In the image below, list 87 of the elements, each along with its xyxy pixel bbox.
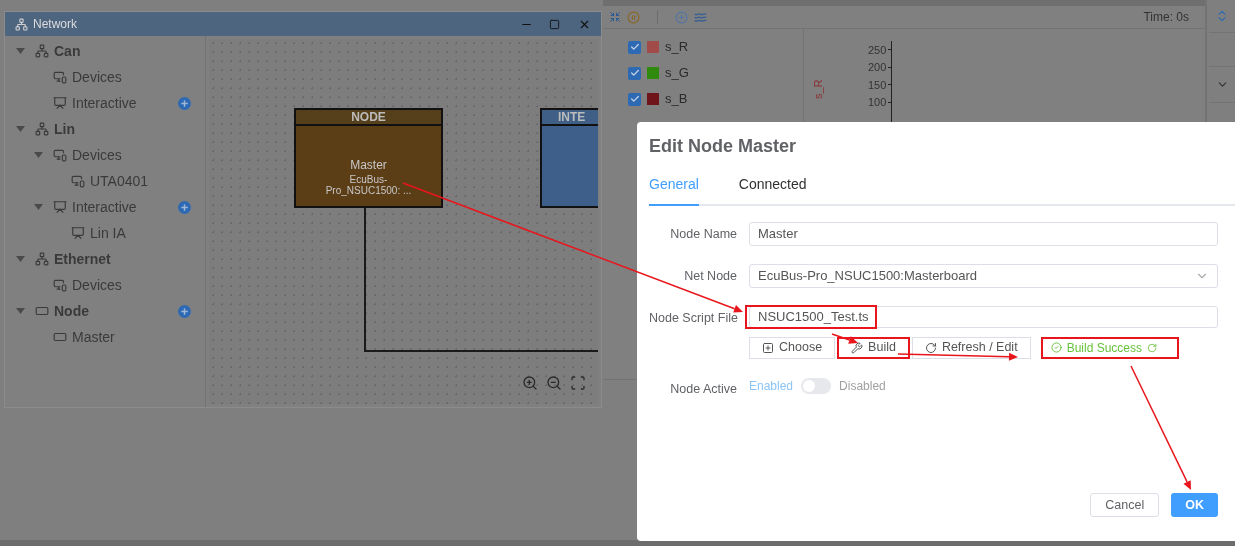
signal-name: s_B xyxy=(665,90,688,109)
network-icon xyxy=(35,44,49,58)
cancel-button[interactable]: Cancel xyxy=(1090,493,1160,517)
field-label: Net Node xyxy=(683,268,737,285)
checkbox[interactable] xyxy=(628,66,641,80)
presentation-icon xyxy=(53,96,67,110)
rectangle-icon xyxy=(35,304,49,318)
tick-label: 150 xyxy=(868,77,887,93)
action-button[interactable]: Choose xyxy=(749,336,836,359)
maximize-icon[interactable] xyxy=(549,18,560,30)
network-icon xyxy=(35,252,49,266)
tree-item[interactable]: Interactive xyxy=(72,92,137,114)
tree-item[interactable]: Interactive xyxy=(72,196,137,218)
tick-label: 200 xyxy=(868,60,887,75)
caret-icon[interactable] xyxy=(15,308,25,314)
presentation-icon xyxy=(71,226,85,240)
tick-label: 100 xyxy=(868,95,887,110)
caret-icon[interactable] xyxy=(15,256,25,262)
build-status: Build Success xyxy=(1066,339,1142,357)
tree-item[interactable]: Devices xyxy=(72,274,122,296)
tab[interactable]: Connected xyxy=(738,174,807,206)
wrench-icon xyxy=(851,341,864,354)
caret-icon[interactable] xyxy=(15,48,25,54)
plus-icon xyxy=(180,98,189,108)
interactive-block[interactable]: INTE xyxy=(540,108,598,208)
fullscreen-icon[interactable] xyxy=(570,375,586,391)
text-field[interactable]: Master xyxy=(749,222,1218,246)
time-label: Time: 0s xyxy=(1143,9,1189,26)
window-title: Network xyxy=(33,16,77,33)
plus-icon xyxy=(180,306,189,316)
field-label: Node Active xyxy=(669,380,737,398)
presentation-icon xyxy=(53,200,67,214)
add-button[interactable] xyxy=(178,200,191,214)
add-button[interactable] xyxy=(178,304,191,318)
signal-name: s_G xyxy=(665,64,689,83)
tree-item[interactable]: Can xyxy=(54,40,81,62)
annotation-arrow xyxy=(831,333,858,344)
tree-item[interactable]: Master xyxy=(72,326,115,348)
ok-button[interactable]: OK xyxy=(1171,493,1218,517)
node-title: Master xyxy=(350,157,387,174)
action-button[interactable]: Build xyxy=(837,336,910,359)
caret-icon[interactable] xyxy=(15,126,25,132)
switch-label: Disabled xyxy=(839,377,886,395)
monitor-icon xyxy=(53,70,67,84)
refresh-icon xyxy=(924,341,937,354)
network-icon xyxy=(15,17,28,31)
signal-name: s_R xyxy=(665,38,689,57)
checkbox[interactable] xyxy=(628,40,641,54)
node-block[interactable]: NODE Master EcuBus-Pro_NSUC1500: ... xyxy=(294,108,443,208)
tree-item[interactable]: Node xyxy=(54,300,89,322)
action-button[interactable]: Refresh / Edit xyxy=(911,336,1031,359)
caret-icon[interactable] xyxy=(33,152,43,158)
tree-item[interactable]: Devices xyxy=(72,144,122,166)
tree-item[interactable]: Devices xyxy=(72,66,122,88)
add-file-icon xyxy=(762,341,774,354)
node-header: INTE xyxy=(542,110,598,126)
monitor-icon xyxy=(71,174,85,188)
caret-icon[interactable] xyxy=(33,204,43,210)
tree-item[interactable]: Lin xyxy=(54,118,75,140)
select-field[interactable]: EcuBus-Pro_NSUC1500:Masterboard xyxy=(749,264,1218,288)
add-button[interactable] xyxy=(178,96,191,110)
rectangle-icon xyxy=(53,330,67,344)
tree-item[interactable]: Lin IA xyxy=(90,222,126,244)
refresh-icon[interactable] xyxy=(1147,342,1157,353)
tree-item[interactable]: Ethernet xyxy=(54,248,111,270)
field-label: Node Name xyxy=(669,226,737,243)
pause-icon[interactable] xyxy=(627,10,640,24)
tree-item[interactable]: UTA0401 xyxy=(90,170,149,192)
monitor-icon xyxy=(53,148,67,162)
zoom-in-icon[interactable] xyxy=(522,375,538,391)
checkbox[interactable] xyxy=(628,92,641,106)
shrink-icon[interactable] xyxy=(609,11,621,23)
zoom-out-icon[interactable] xyxy=(546,375,562,391)
network-icon xyxy=(35,122,49,136)
waves-icon[interactable] xyxy=(694,10,707,24)
node-header: NODE xyxy=(296,110,441,126)
toggle-switch[interactable] xyxy=(801,377,832,394)
node-subtitle: EcuBus-Pro_NSUC1500: ... xyxy=(324,174,413,196)
monitor-icon xyxy=(53,278,67,292)
check-circle-icon xyxy=(1050,342,1062,353)
switch-label: Enabled xyxy=(749,377,794,395)
tick-label: 250 xyxy=(868,42,887,58)
axis-label: s_R xyxy=(810,79,825,100)
field-label: Node Script File xyxy=(649,310,737,327)
dialog-title: Edit Node Master xyxy=(649,135,798,158)
plus-icon xyxy=(180,202,189,212)
tab[interactable]: General xyxy=(649,174,699,206)
